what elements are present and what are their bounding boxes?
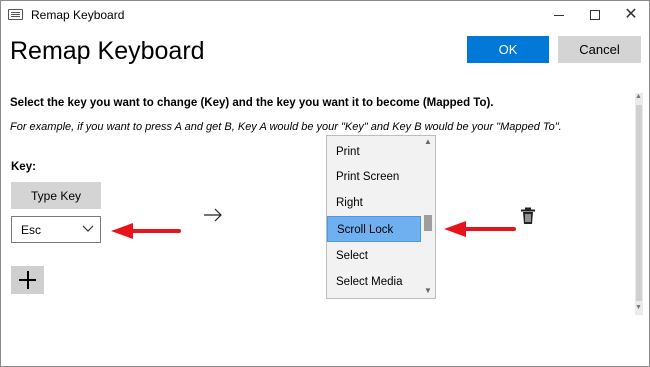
key-select[interactable]: Esc [11, 216, 101, 243]
maximize-icon [590, 10, 600, 20]
ok-button[interactable]: OK [467, 36, 549, 63]
dropdown-scrollbar[interactable]: ▲ ▼ [422, 136, 435, 298]
close-button[interactable]: ✕ [613, 1, 649, 29]
annotation-arrow-left-icon [111, 223, 181, 239]
annotation-arrow-left-icon [444, 221, 516, 237]
dropdown-item-right[interactable]: Right [327, 190, 421, 216]
key-column-label: Key: [11, 161, 36, 173]
close-icon: ✕ [624, 6, 638, 23]
cancel-button[interactable]: Cancel [558, 36, 641, 63]
scroll-down-icon[interactable]: ▼ [424, 286, 432, 295]
trash-icon[interactable] [520, 207, 536, 225]
type-key-button[interactable]: Type Key [11, 182, 101, 209]
dropdown-scroll-thumb[interactable] [424, 215, 432, 231]
arrow-right-icon [204, 208, 222, 222]
dropdown-item-scroll-lock[interactable]: Scroll Lock [327, 216, 421, 242]
minimize-button[interactable] [541, 1, 577, 29]
scroll-up-icon[interactable]: ▲ [424, 137, 432, 146]
scroll-down-icon[interactable]: ▼ [635, 304, 642, 311]
dropdown-item-select[interactable]: Select [327, 243, 421, 269]
example-text: For example, if you want to press A and … [10, 121, 562, 133]
main-scrollbar[interactable]: ▲ ▼ [635, 93, 643, 315]
window-title: Remap Keyboard [31, 8, 125, 22]
instruction-text: Select the key you want to change (Key) … [10, 97, 494, 109]
keyboard-icon [8, 9, 23, 20]
dropdown-item-print-screen[interactable]: Print Screen [327, 164, 421, 190]
scroll-up-icon[interactable]: ▲ [635, 93, 642, 100]
mapped-to-dropdown-list[interactable]: Print Print Screen Right Scroll Lock Sel… [326, 135, 436, 299]
dropdown-item-print[interactable]: Print [327, 139, 421, 165]
title-bar: Remap Keyboard ✕ [1, 1, 649, 29]
key-select-value: Esc [21, 223, 42, 237]
minimize-icon [554, 15, 564, 16]
chevron-down-icon [82, 225, 94, 232]
remap-keyboard-window: Remap Keyboard ✕ Remap Keyboard OK Cance… [0, 0, 650, 367]
dropdown-item-select-media[interactable]: Select Media [327, 269, 421, 295]
main-scroll-thumb[interactable] [636, 105, 642, 301]
page-title: Remap Keyboard [10, 37, 205, 65]
add-mapping-button[interactable] [11, 266, 44, 294]
maximize-button[interactable] [577, 1, 613, 29]
